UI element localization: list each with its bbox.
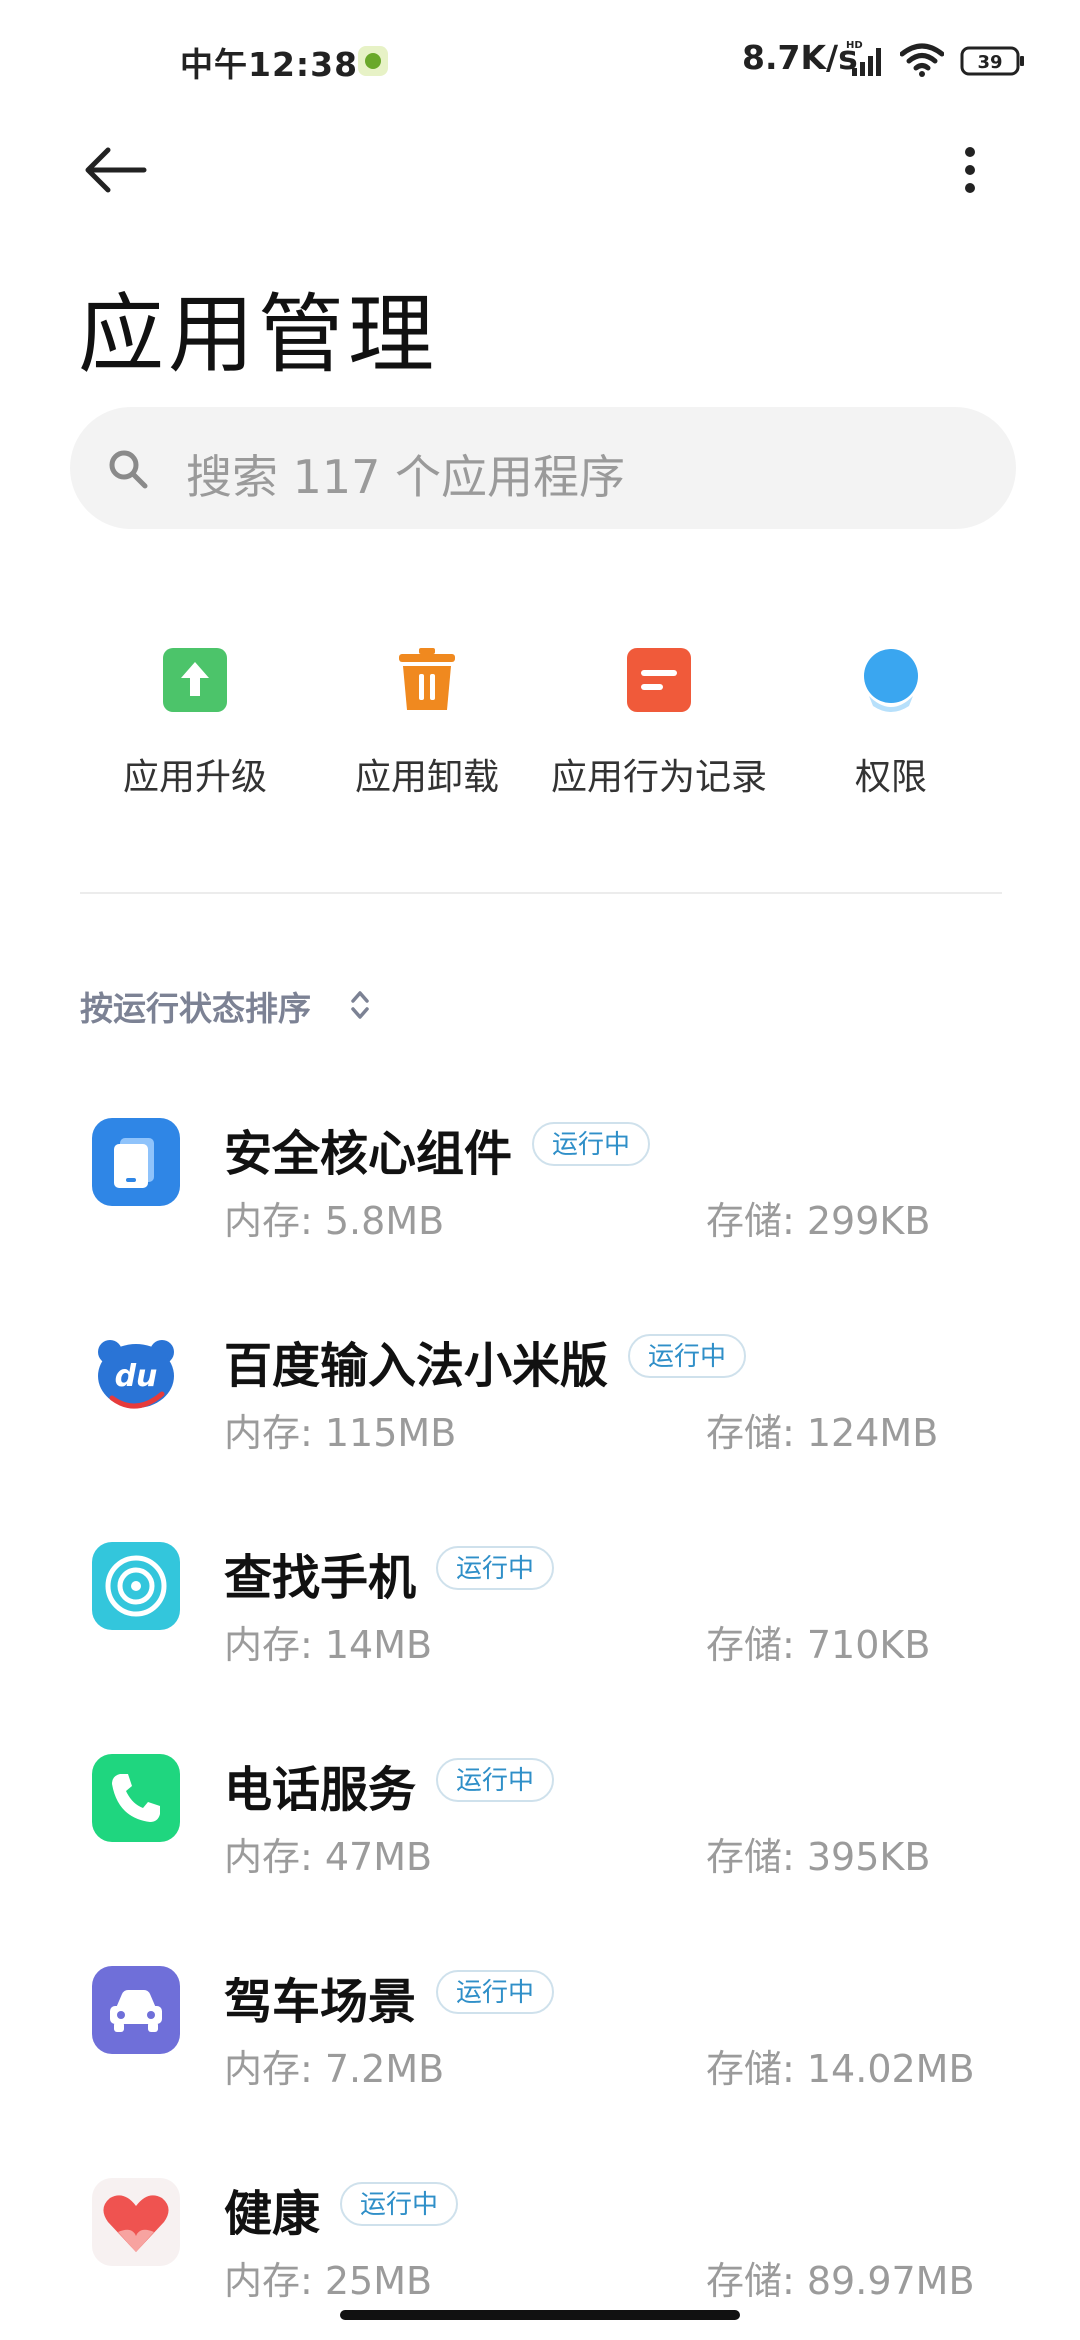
search-input[interactable]: 搜索 117 个应用程序 [70,407,1016,529]
battery-icon: 39 [960,46,1024,76]
upgrade-icon [163,648,227,712]
permissions-label: 权限 [854,757,927,798]
network-speed: 8.7K/s [742,38,858,77]
running-badge: 运行中 [436,1970,555,2014]
memory-usage: 内存: 5.8MB [224,1199,445,1243]
record-icon [627,648,691,712]
running-badge: 运行中 [436,1546,555,1590]
app-behavior-record-label: 应用行为记录 [550,757,767,798]
app-list-item[interactable]: 查找手机 运行中 内存: 14MB 存储: 710KB [0,1504,1080,1704]
battery-level: 39 [977,52,1002,73]
app-name: 电话服务 [224,1762,417,1818]
storage-usage: 存储: 14.02MB [706,2047,975,2091]
svg-text:du: du [115,1359,158,1394]
running-badge: 运行中 [532,1122,651,1166]
memory-usage: 内存: 14MB [224,1623,433,1667]
app-name: 百度输入法小米版 [224,1338,609,1394]
status-time: 中午12:38 [180,45,359,84]
home-indicator[interactable] [340,2310,740,2320]
chevron-up-down-icon[interactable] [348,988,372,1022]
app-list-item[interactable]: 电话服务 运行中 内存: 47MB 存储: 395KB [0,1716,1080,1916]
app-behavior-record-button[interactable]: 应用行为记录 [544,640,774,810]
storage-usage: 存储: 395KB [706,1835,931,1879]
app-list-item[interactable]: du 百度输入法小米版 运行中 内存: 115MB 存储: 124MB [0,1292,1080,1492]
running-badge: 运行中 [436,1758,555,1802]
divider [80,892,1002,894]
memory-usage: 内存: 47MB [224,1835,433,1879]
memory-usage: 内存: 7.2MB [224,2047,445,2091]
find-phone-icon [92,1542,180,1630]
health-icon [92,2178,180,2266]
memory-usage: 内存: 115MB [224,1411,457,1455]
signal-icon: HD [846,40,881,76]
sort-selector[interactable]: 按运行状态排序 [80,982,311,1030]
permissions-button[interactable]: 权限 [776,640,1006,810]
security-core-icon [92,1118,180,1206]
app-name: 安全核心组件 [224,1126,513,1182]
svg-text:HD: HD [846,40,863,51]
app-name: 健康 [224,2186,321,2242]
app-upgrade-button[interactable]: 应用升级 [80,640,310,810]
app-uninstall-label: 应用卸载 [354,757,499,798]
memory-usage: 内存: 25MB [224,2259,433,2303]
storage-usage: 存储: 124MB [706,1411,939,1455]
phone-service-icon [92,1754,180,1842]
storage-usage: 存储: 89.97MB [706,2259,975,2303]
storage-usage: 存储: 299KB [706,1199,931,1243]
more-options-button[interactable] [950,140,990,200]
app-upgrade-label: 应用升级 [122,757,267,798]
app-list-item[interactable]: 安全核心组件 运行中 内存: 5.8MB 存储: 299KB [0,1080,1080,1280]
trash-icon [399,648,455,710]
wifi-icon [900,43,944,77]
search-icon [109,450,148,489]
app-uninstall-button[interactable]: 应用卸载 [312,640,542,810]
search-placeholder: 搜索 117 个应用程序 [186,450,626,504]
app-list-item[interactable]: 驾车场景 运行中 内存: 7.2MB 存储: 14.02MB [0,1928,1080,2128]
running-badge: 运行中 [628,1334,747,1378]
permission-icon [864,649,918,712]
page-title: 应用管理 [78,285,438,385]
running-badge: 运行中 [340,2182,459,2226]
notification-app-icon [358,46,388,76]
storage-usage: 存储: 710KB [706,1623,931,1667]
app-name: 查找手机 [224,1550,417,1606]
back-button[interactable] [80,140,152,200]
car-scene-icon [92,1966,180,2054]
app-name: 驾车场景 [224,1974,417,2030]
baidu-input-icon: du [92,1330,180,1418]
